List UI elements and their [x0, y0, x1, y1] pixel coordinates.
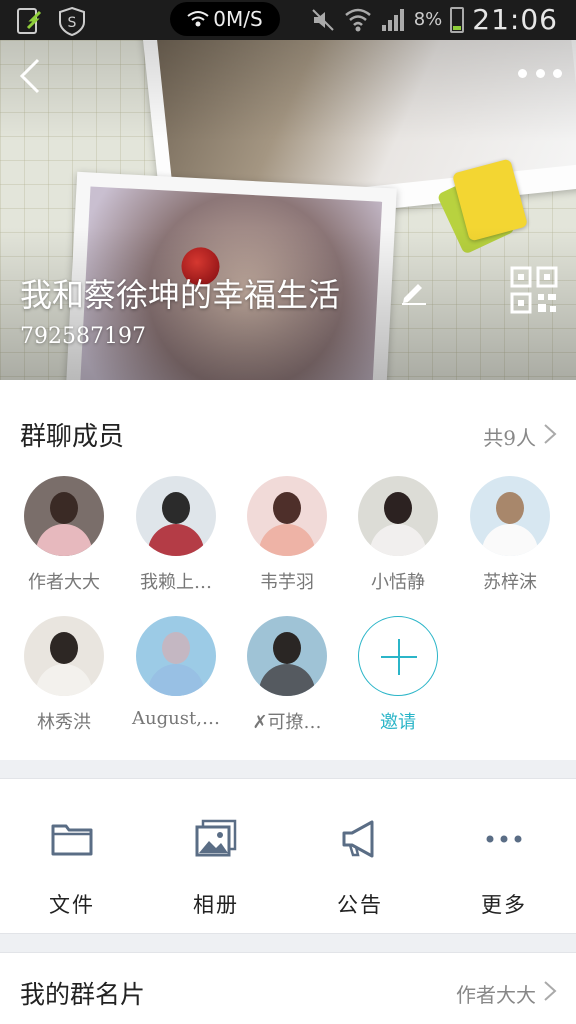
member-item[interactable]: 苏梓沫	[460, 476, 560, 594]
action-label: 文件	[49, 893, 95, 917]
folder-icon	[51, 824, 93, 856]
member-avatar[interactable]	[470, 476, 550, 556]
battery-percent: 8%	[413, 9, 443, 30]
announcement-button[interactable]: 公告	[288, 779, 432, 935]
cell-signal-icon	[381, 8, 404, 31]
member-item[interactable]: 小恬静	[348, 476, 448, 594]
photo-album-icon	[195, 819, 237, 857]
qr-code-icon[interactable]	[510, 266, 558, 314]
network-speed-pill: 0M/S	[170, 2, 280, 36]
status-bar: S 0M/S 8% 21:06	[0, 0, 576, 40]
battery-icon	[450, 6, 465, 33]
member-name: 我赖上…	[140, 572, 212, 593]
member-name: 作者大大	[28, 572, 100, 593]
members-title: 群聊成员	[20, 422, 125, 452]
sim-update-icon	[17, 8, 42, 34]
wifi-icon	[187, 11, 209, 27]
member-avatar[interactable]	[136, 476, 216, 556]
plus-icon[interactable]	[358, 616, 438, 696]
invite-button[interactable]: 邀请	[348, 616, 448, 734]
member-item[interactable]: 作者大大	[14, 476, 114, 594]
member-name: 小恬静	[371, 572, 425, 593]
member-avatar[interactable]	[136, 616, 216, 696]
member-name: 韦芋羽	[260, 572, 314, 593]
my-group-card-value: 作者大大	[456, 983, 536, 1007]
more-icon	[518, 68, 527, 78]
clock: 21:06	[472, 3, 558, 36]
my-group-card-row[interactable]: 我的群名片 作者大大	[0, 952, 576, 1024]
action-label: 公告	[337, 893, 383, 917]
group-actions: 文件 相册 公告 更多	[0, 778, 576, 934]
album-button[interactable]: 相册	[144, 779, 288, 935]
member-avatar[interactable]	[24, 616, 104, 696]
member-item[interactable]: 韦芋羽	[237, 476, 337, 594]
member-item[interactable]: August,…	[126, 616, 226, 729]
back-button[interactable]	[10, 56, 50, 96]
network-speed: 0M/S	[213, 7, 263, 31]
shield-s-icon: S	[59, 6, 85, 36]
group-name: 我和蔡徐坤的幸福生活	[20, 276, 341, 314]
chevron-right-icon	[544, 981, 557, 1001]
member-item[interactable]: 林秀洪	[14, 616, 114, 734]
wifi-signal-icon	[344, 8, 371, 31]
member-name: 林秀洪	[37, 712, 91, 733]
member-name: August,…	[132, 708, 220, 729]
member-avatar[interactable]	[247, 476, 327, 556]
more-actions-button[interactable]: 更多	[432, 779, 576, 935]
member-avatar[interactable]	[358, 476, 438, 556]
member-name: ✗可撩…	[252, 712, 322, 733]
invite-label: 邀请	[380, 712, 416, 733]
group-id: 792587197	[20, 324, 146, 349]
action-label: 相册	[193, 893, 239, 917]
back-icon	[19, 58, 40, 94]
member-item[interactable]: 我赖上…	[126, 476, 226, 594]
members-count[interactable]: 共9人	[483, 422, 536, 451]
mute-icon	[312, 8, 334, 31]
megaphone-icon	[342, 820, 374, 858]
svg-text:S: S	[68, 15, 77, 31]
action-label: 更多	[481, 893, 527, 917]
members-section: 群聊成员 共9人 作者大大 我赖上… 韦芋羽 小恬静 苏梓沫 林秀洪 Augus…	[0, 380, 576, 760]
member-avatar[interactable]	[247, 616, 327, 696]
more-dots-icon	[486, 835, 522, 843]
chevron-right-icon[interactable]	[542, 422, 558, 446]
edit-pencil-icon[interactable]	[398, 276, 428, 306]
group-header: 我和蔡徐坤的幸福生活 792587197	[0, 40, 576, 380]
member-item[interactable]: ✗可撩…	[237, 616, 337, 734]
member-avatar[interactable]	[24, 476, 104, 556]
member-name: 苏梓沫	[483, 572, 537, 593]
files-button[interactable]: 文件	[0, 779, 144, 935]
my-group-card-title: 我的群名片	[20, 980, 146, 1009]
more-button[interactable]	[518, 58, 562, 88]
